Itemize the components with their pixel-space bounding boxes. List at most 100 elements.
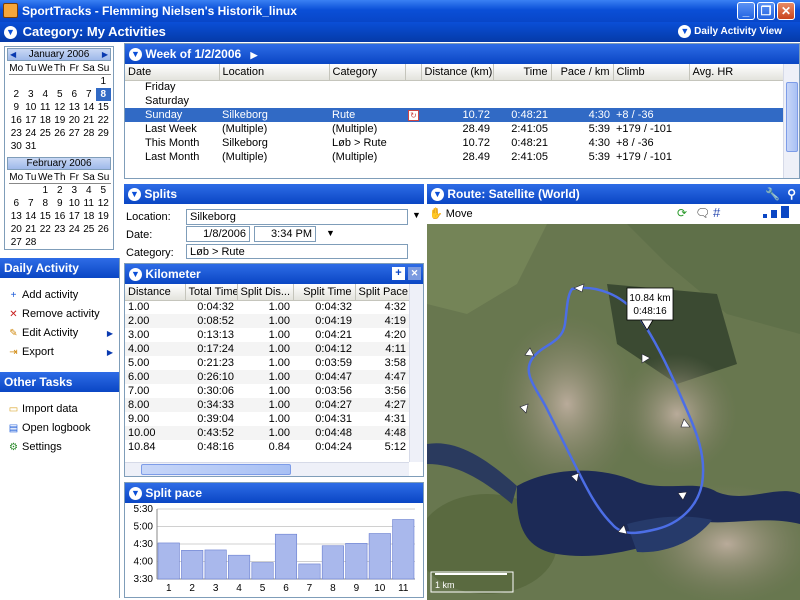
column-header[interactable]: Split Pace [355,284,410,301]
next-week-icon[interactable]: ▶ [251,50,258,60]
calendar-day[interactable]: 18 [82,210,97,223]
table-row[interactable]: Last Month (Multiple) (Multiple) 28.49 2:41:… [125,150,783,164]
kilometer-scrollbar-v[interactable] [409,284,423,462]
calendar-day[interactable]: 11 [38,101,53,114]
table-row[interactable]: 3.00 0:13:13 1.00 0:04:21 4:20 [125,328,409,342]
calendar-day[interactable]: 27 [9,236,24,249]
week-scrollbar[interactable] [783,64,799,178]
column-header[interactable] [405,64,422,81]
date-dropdown-icon[interactable]: ▼ [326,228,335,238]
table-row[interactable]: This Month Silkeborg Løb > Rute 10.72 0:48:2… [125,136,783,150]
next-month-icon[interactable]: ▶ [102,49,108,60]
task-open-logbook[interactable]: ▤ Open logbook [0,419,119,438]
view-selector[interactable]: ▼ Daily Activity View [678,22,782,42]
calendar-day[interactable]: 30 [9,140,24,153]
location-field[interactable]: Silkeborg [186,209,408,225]
calendar-day[interactable]: 24 [24,127,39,140]
task-export[interactable]: ⇥ Export ▶ [0,343,119,362]
task-import-data[interactable]: ▭ Import data [0,400,119,419]
calendar-day[interactable]: 7 [24,197,39,210]
calendar-day[interactable]: 7 [82,88,97,101]
task-edit-activity[interactable]: ✎ Edit Activity ▶ [0,324,119,343]
calendar-day[interactable]: 21 [82,114,97,127]
comment-icon[interactable]: 🗨 [695,206,710,220]
column-header[interactable]: Split Time [293,284,356,301]
calendar-day[interactable]: 15 [96,101,111,114]
task-remove-activity[interactable]: ✕ Remove activity [0,305,119,324]
calendar-day[interactable]: 1 [96,75,111,88]
close-button[interactable]: ✕ [777,2,795,20]
table-row[interactable]: Last Week (Multiple) (Multiple) 28.49 2:41:0… [125,122,783,136]
task-add-activity[interactable]: + Add activity [0,286,119,305]
calendar-day[interactable]: 28 [24,236,39,249]
prev-month-icon[interactable]: ◀ [10,49,16,60]
task-settings[interactable]: ⚙ Settings [0,438,119,457]
wrench-icon[interactable]: 🔧 [765,184,780,204]
table-row[interactable]: 2.00 0:08:52 1.00 0:04:19 4:19 [125,314,409,328]
calendar-day[interactable]: 8 [38,197,53,210]
calendar-day[interactable]: 17 [67,210,82,223]
table-row[interactable]: 6.00 0:26:10 1.00 0:04:47 4:47 [125,370,409,384]
calendar-day[interactable]: 19 [53,114,68,127]
kilometer-scrollbar-h[interactable] [125,462,409,476]
calendar-day[interactable]: 25 [82,223,97,236]
calendar-day[interactable]: 28 [82,127,97,140]
calendar-day[interactable]: 20 [9,223,24,236]
column-header[interactable]: Pace / km [551,64,614,81]
calendar-day[interactable]: 20 [67,114,82,127]
zoom-medium-icon[interactable] [771,210,777,218]
calendar-day[interactable]: 11 [82,197,97,210]
remove-icon[interactable]: ✕ [408,267,421,280]
table-row[interactable]: 4.00 0:17:24 1.00 0:04:12 4:11 [125,342,409,356]
column-header[interactable]: Distance [125,284,186,301]
calendar-day[interactable]: 22 [96,114,111,127]
calendar-day[interactable]: 16 [53,210,68,223]
calendar-day[interactable]: 6 [9,197,24,210]
calendar-day[interactable]: 31 [24,140,39,153]
satellite-map[interactable]: 10.84 km 0:48:16 1 km [427,224,800,600]
column-header[interactable]: Time [493,64,552,81]
refresh-icon[interactable]: ⟳ [677,206,687,220]
calendar-day[interactable]: 17 [24,114,39,127]
category-field[interactable]: Løb > Rute [186,244,408,259]
column-header[interactable]: Climb [613,64,690,81]
column-header[interactable]: Split Dis... [237,284,294,301]
zoom-large-icon[interactable] [781,206,789,218]
chevron-down-icon[interactable]: ▼ [128,188,141,202]
calendar-day[interactable]: 27 [67,127,82,140]
minimize-button[interactable]: _ [737,2,755,20]
location-dropdown-icon[interactable]: ▼ [412,210,421,220]
column-header[interactable]: Category [329,64,406,81]
table-row[interactable]: Saturday [125,94,783,108]
calendar-day[interactable]: 13 [67,101,82,114]
table-row[interactable]: 10.84 0:48:16 0.84 0:04:24 5:12 [125,440,409,454]
calendar-day[interactable]: 2 [9,88,24,101]
calendar-day[interactable]: 4 [82,184,97,197]
chevron-down-icon[interactable]: ▼ [129,268,142,282]
calendar-day[interactable]: 23 [53,223,68,236]
calendar-day[interactable]: 10 [67,197,82,210]
calendar-day[interactable]: 26 [96,223,111,236]
table-row[interactable]: 8.00 0:34:33 1.00 0:04:27 4:27 [125,398,409,412]
calendar-day[interactable]: 24 [67,223,82,236]
calendar-day[interactable]: 13 [9,210,24,223]
table-row[interactable]: 9.00 0:39:04 1.00 0:04:31 4:31 [125,412,409,426]
calendar-day[interactable]: 26 [53,127,68,140]
chevron-down-icon[interactable]: ▼ [129,48,142,62]
calendar-day[interactable]: 14 [24,210,39,223]
chevron-down-icon[interactable]: ▼ [431,188,444,202]
chevron-down-icon[interactable]: ▼ [4,26,17,40]
calendar-day[interactable]: 6 [67,88,82,101]
add-icon[interactable]: + [392,267,405,280]
calendar-day[interactable]: 3 [67,184,82,197]
time-field[interactable]: 3:34 PM [254,226,316,242]
date-field[interactable]: 1/8/2006 [186,226,250,242]
column-header[interactable]: Date [125,64,220,81]
calendar-day[interactable]: 15 [38,210,53,223]
calendar-day[interactable]: 12 [53,101,68,114]
calendar-day[interactable]: 5 [96,184,111,197]
calendar-day[interactable]: 16 [9,114,24,127]
category-title[interactable]: Category: My Activities [23,24,166,39]
calendar-day[interactable]: 25 [38,127,53,140]
column-header[interactable]: Total Time [185,284,238,301]
